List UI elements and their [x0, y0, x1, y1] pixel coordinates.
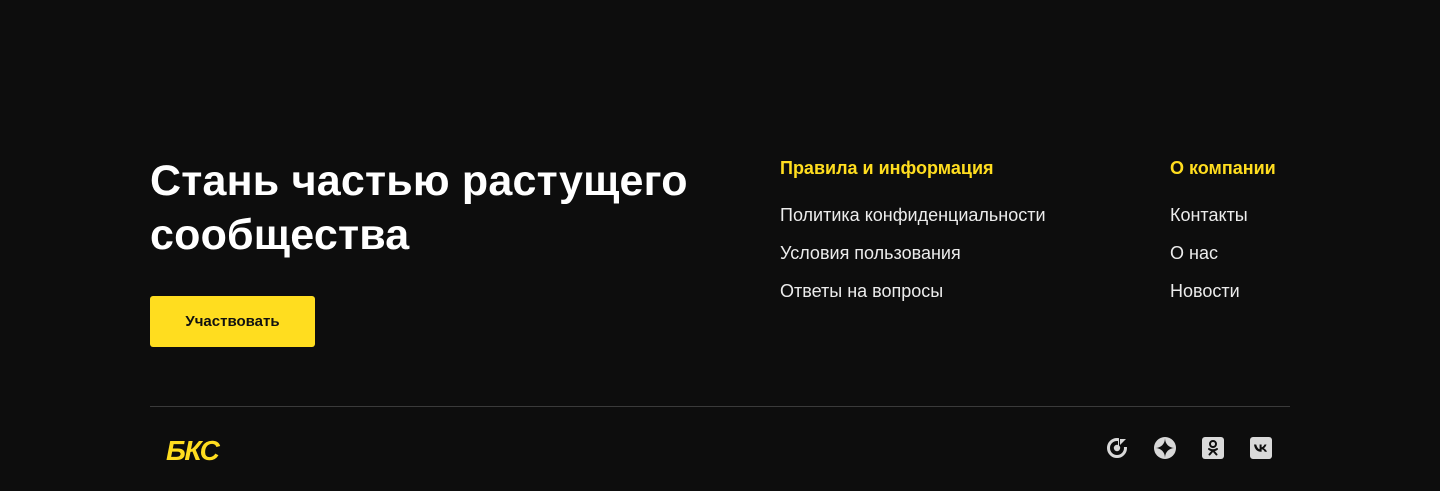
site-footer: Стань частью растущего сообщества Участв… — [0, 0, 1440, 491]
about-link[interactable]: О нас — [1170, 243, 1218, 263]
vk-icon — [1250, 437, 1272, 459]
terms-of-use-link[interactable]: Условия пользования — [780, 243, 961, 263]
rules-info-heading: Правила и информация — [780, 158, 994, 178]
privacy-policy-link[interactable]: Политика конфиденциальности — [780, 205, 1046, 225]
vk-link[interactable] — [1250, 437, 1272, 459]
list-item: Политика конфиденциальности — [780, 203, 1046, 241]
footer-divider — [150, 406, 1290, 407]
participate-button[interactable]: Участвовать — [150, 296, 315, 347]
list-item: О нас — [1170, 241, 1276, 279]
social-links — [1106, 437, 1272, 459]
faq-link[interactable]: Ответы на вопросы — [780, 281, 943, 301]
rules-info-links: Политика конфиденциальности Условия поль… — [780, 203, 1046, 317]
bks-logo-mark: БКС — [166, 435, 222, 466]
cta-title: Стань частью растущего сообщества — [150, 154, 750, 262]
list-item: Условия пользования — [780, 241, 1046, 279]
company-heading: О компании — [1170, 158, 1276, 178]
list-item: Ответы на вопросы — [780, 279, 1046, 317]
news-link[interactable]: Новости — [1170, 281, 1240, 301]
list-item: Новости — [1170, 279, 1276, 317]
odnoklassniki-link[interactable] — [1202, 437, 1224, 459]
rules-info-column: Правила и информация Политика конфиденци… — [780, 156, 1046, 317]
dzen-icon — [1107, 438, 1128, 458]
compass-link[interactable] — [1154, 437, 1176, 459]
bks-logo-text: БКС — [166, 435, 221, 466]
cta-title-line-2: сообщества — [150, 211, 410, 259]
company-column: О компании Контакты О нас Новости — [1170, 156, 1276, 317]
compass-icon — [1154, 437, 1176, 459]
cta-title-line-1: Стань частью растущего — [150, 157, 688, 205]
company-links: Контакты О нас Новости — [1170, 203, 1276, 317]
odnoklassniki-icon — [1202, 437, 1224, 459]
cta-block: Стань частью растущего сообщества Участв… — [150, 154, 750, 347]
bks-logo[interactable]: БКС — [165, 431, 237, 467]
dzen-link[interactable] — [1106, 437, 1128, 459]
list-item: Контакты — [1170, 203, 1276, 241]
contacts-link[interactable]: Контакты — [1170, 205, 1248, 225]
